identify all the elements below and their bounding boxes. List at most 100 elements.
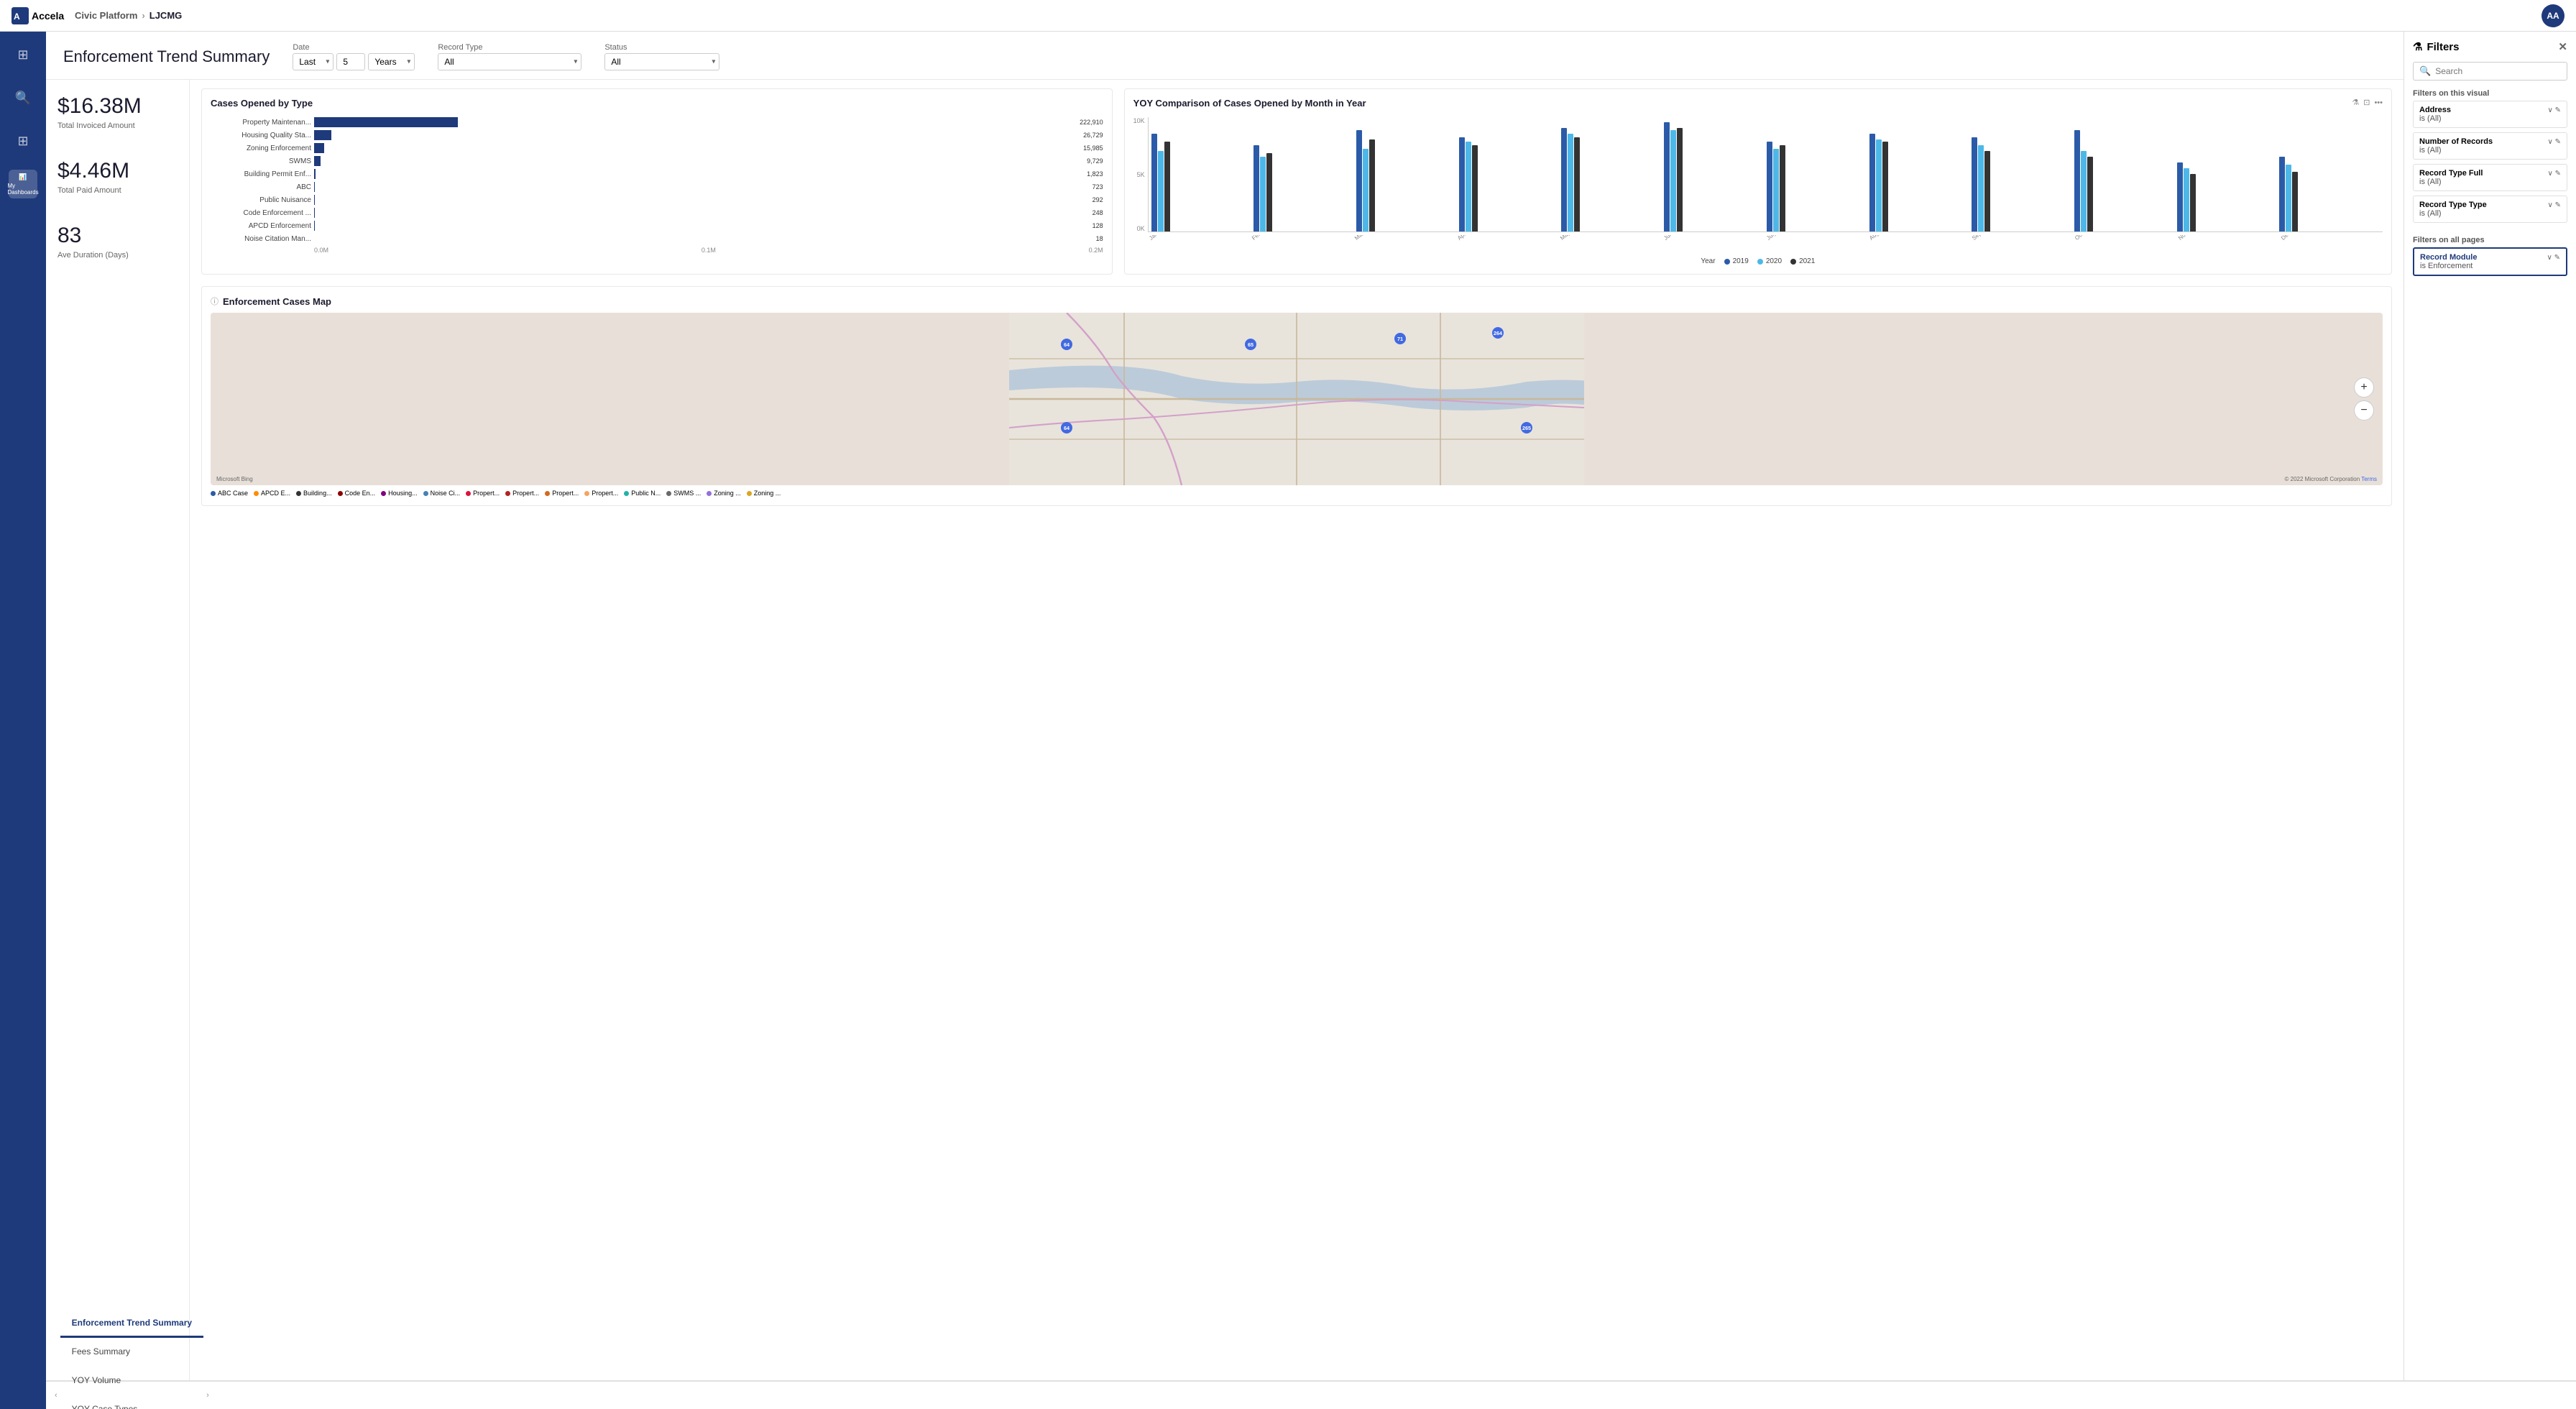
legend-color-dot xyxy=(505,491,510,496)
date-filter-control: Last Years xyxy=(293,53,415,70)
breadcrumb-sep: › xyxy=(142,10,144,21)
yoy-legend: Year 2019 2020 xyxy=(1133,257,2383,265)
month-label: October xyxy=(2074,235,2156,242)
status-select[interactable]: All xyxy=(604,53,719,70)
all-pages-section: Filters on all pages Record Module ∨ ✎ i… xyxy=(2413,236,2567,280)
filter-name: Record Type Full xyxy=(2419,169,2483,178)
tab-item[interactable]: YOY Volume xyxy=(60,1367,203,1395)
expand-icon[interactable]: ⊡ xyxy=(2363,98,2370,107)
month-group xyxy=(1972,137,2072,231)
month-group xyxy=(1356,130,1457,231)
map-zoom-in[interactable]: + xyxy=(2354,377,2374,398)
month-label: January xyxy=(1148,235,1230,242)
kpi-paid-label: Total Paid Amount xyxy=(58,186,178,195)
bar-label: APCD Enforcement xyxy=(211,222,311,230)
tab-item[interactable]: Fees Summary xyxy=(60,1338,203,1367)
sidebar-icon-apps[interactable]: ⊞ xyxy=(9,127,37,155)
yoy-chart-inner: JanuaryFebruaryMarchAprilMayJuneJulyAugu… xyxy=(1148,117,2383,243)
filter-chevron-icon[interactable]: ∨ ✎ xyxy=(2547,254,2560,262)
visual-filter-item[interactable]: Record Type Full ∨ ✎ is (All) xyxy=(2413,164,2567,191)
map-zoom-out[interactable]: − xyxy=(2354,400,2374,421)
legend-color-dot xyxy=(254,491,259,496)
map-legend-item: Zoning ... xyxy=(707,490,741,497)
bar-row: Property Maintenan... 222,910 xyxy=(211,117,1103,127)
filter-chevron-icon[interactable]: ∨ ✎ xyxy=(2548,138,2561,146)
filter-chevron-icon[interactable]: ∨ ✎ xyxy=(2548,170,2561,178)
month-group xyxy=(1767,142,1867,231)
map-legend-item: SWMS ... xyxy=(666,490,701,497)
legend-color-dot xyxy=(584,491,589,496)
tab-right-arrow[interactable]: › xyxy=(203,1391,212,1400)
kpi-duration-value: 83 xyxy=(58,224,178,248)
yoy-chart-card: YOY Comparison of Cases Opened by Month … xyxy=(1124,88,2392,275)
sidebar-icon-my-dashboards[interactable]: 📊 MyDashboards xyxy=(9,170,37,198)
chart-actions: ⚗ ⊡ ••• xyxy=(2352,98,2383,107)
kpi-invoiced-value: $16.38M xyxy=(58,94,178,119)
yoy-bar xyxy=(1876,139,1882,231)
legend-text: Propert... xyxy=(592,490,618,497)
date-period-select[interactable]: Last xyxy=(293,53,334,70)
legend-text: SWMS ... xyxy=(673,490,701,497)
filter-name: Number of Records xyxy=(2419,137,2493,146)
yoy-bar xyxy=(2081,151,2087,231)
year-legend-label: Year xyxy=(1701,257,1715,265)
yoy-bar xyxy=(1459,137,1465,231)
all-pages-filter-item[interactable]: Record Module ∨ ✎ is Enforcement xyxy=(2413,247,2567,276)
avatar[interactable]: AA xyxy=(2542,4,2564,27)
bar-fill xyxy=(314,169,316,179)
sidebar-icon-search[interactable]: 🔍 xyxy=(9,83,37,112)
bar-row: Noise Citation Man... 18 xyxy=(211,234,1103,244)
report-header: Enforcement Trend Summary Date Last xyxy=(46,32,2404,80)
sidebar-icon-grid[interactable]: ⊞ xyxy=(9,40,37,69)
yoy-bar xyxy=(2074,130,2080,231)
month-label: December xyxy=(2280,235,2363,242)
bar-label: SWMS xyxy=(211,157,311,165)
filter-icon[interactable]: ⚗ xyxy=(2352,98,2359,107)
tabs-container: Enforcement Trend SummaryFees SummaryYOY… xyxy=(60,1309,203,1409)
dashboards-icon: 📊 xyxy=(19,173,27,181)
info-icon[interactable]: ⓘ xyxy=(211,295,218,307)
tab-item[interactable]: YOY Case Types xyxy=(60,1395,203,1409)
tab-item[interactable]: Enforcement Trend Summary xyxy=(60,1309,203,1338)
more-icon[interactable]: ••• xyxy=(2374,98,2383,107)
visual-filter-item[interactable]: Record Type Type ∨ ✎ is (All) xyxy=(2413,196,2567,223)
date-value-input[interactable] xyxy=(336,53,365,70)
tab-left-arrow[interactable]: ‹ xyxy=(52,1391,60,1400)
bar-container xyxy=(314,208,1087,218)
filter-item-title-row: Record Type Full ∨ ✎ xyxy=(2419,169,2561,178)
legend-color-dot xyxy=(296,491,301,496)
filter-chevron-icon[interactable]: ∨ ✎ xyxy=(2548,106,2561,114)
yoy-bar xyxy=(1978,145,1984,231)
visual-filter-item[interactable]: Address ∨ ✎ is (All) xyxy=(2413,101,2567,128)
filter-item-title-row: Address ∨ ✎ xyxy=(2419,106,2561,114)
legend-color-dot xyxy=(423,491,428,496)
legend-color-dot xyxy=(707,491,712,496)
bar-fill xyxy=(314,143,324,153)
bar-row: APCD Enforcement 128 xyxy=(211,221,1103,231)
yoy-bar xyxy=(1254,145,1259,231)
yoy-bar xyxy=(1984,151,1990,231)
yoy-bar xyxy=(2292,172,2298,231)
filters-close-icon[interactable]: ✕ xyxy=(2558,40,2567,53)
legend-text: Building... xyxy=(303,490,332,497)
top-nav: A Accela Civic Platform › LJCMG AA xyxy=(0,0,2576,32)
date-unit-select[interactable]: Years xyxy=(368,53,415,70)
bar-fill xyxy=(314,130,331,140)
filter-chevron-icon[interactable]: ∨ ✎ xyxy=(2548,201,2561,209)
map-container[interactable]: 64 65 71 264 64 xyxy=(211,313,2383,485)
client-name: LJCMG xyxy=(150,10,183,21)
brand-name: Accela xyxy=(32,10,64,22)
filter-search-input[interactable] xyxy=(2435,66,2561,76)
svg-text:264: 264 xyxy=(1494,330,1502,336)
visual-filter-item[interactable]: Number of Records ∨ ✎ is (All) xyxy=(2413,132,2567,160)
month-group xyxy=(1561,128,1662,231)
map-legend-item: Propert... xyxy=(505,490,539,497)
filter-value: is Enforcement xyxy=(2420,262,2560,270)
filter-search[interactable]: 🔍 xyxy=(2413,62,2567,81)
bar-container xyxy=(314,195,1087,205)
yoy-bar xyxy=(1561,128,1567,231)
map-terms-link[interactable]: Terms xyxy=(2361,476,2377,482)
bar-value: 1,823 xyxy=(1087,170,1103,178)
month-label: May xyxy=(1559,235,1642,242)
record-type-select[interactable]: All xyxy=(438,53,581,70)
